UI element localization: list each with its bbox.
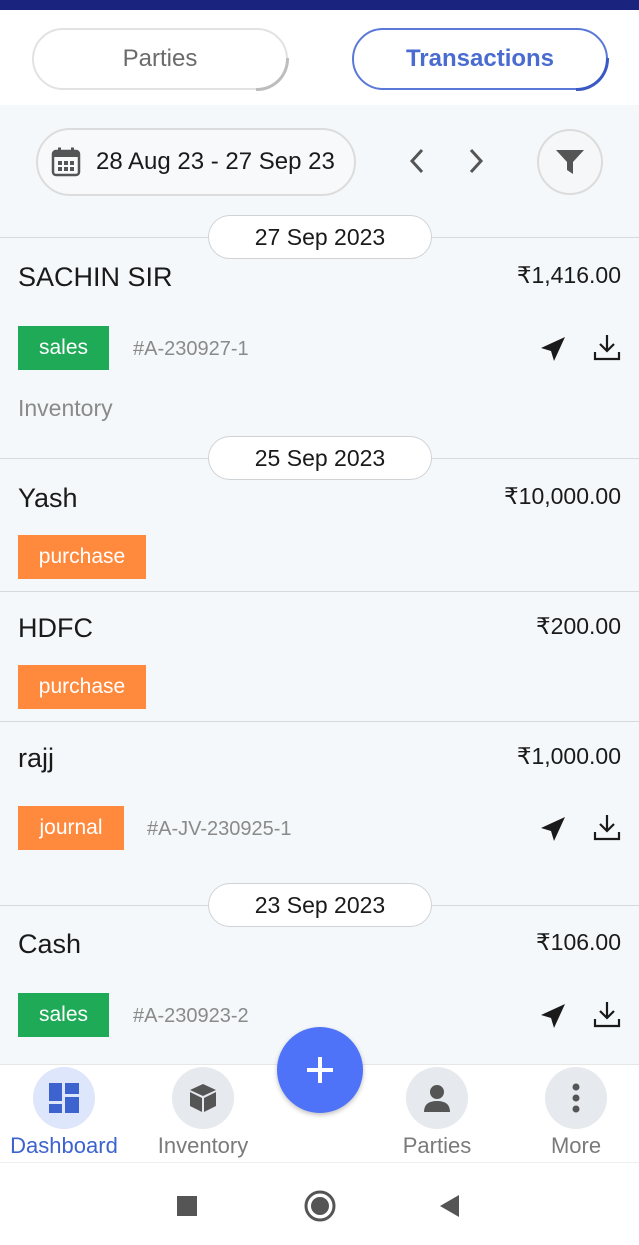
- transaction-amount: ₹1,416.00: [516, 262, 621, 288]
- party-name: Cash: [18, 929, 82, 959]
- type-badge: sales: [18, 326, 109, 370]
- voucher-number: #A-230923-2: [133, 1005, 249, 1027]
- dashboard-icon: [33, 1067, 95, 1129]
- type-badge: sales: [18, 993, 109, 1037]
- nav-parties-label: Parties: [402, 1133, 472, 1158]
- date-range-label: 28 Aug 23 - 27 Sep 23: [96, 148, 335, 175]
- tab-bar: Parties Transactions: [0, 10, 639, 105]
- add-transaction-button[interactable]: [277, 1027, 363, 1113]
- item-divider: [0, 721, 639, 722]
- voucher-number: #A-230927-1: [133, 338, 249, 360]
- send-icon[interactable]: [538, 334, 568, 364]
- nav-dashboard[interactable]: Dashboard: [0, 1067, 129, 1159]
- home-icon[interactable]: [302, 1188, 338, 1224]
- back-icon[interactable]: [431, 1188, 467, 1224]
- party-name: HDFC: [18, 613, 93, 643]
- type-badge: purchase: [18, 535, 146, 579]
- chevron-right-icon[interactable]: [460, 145, 492, 177]
- nav-more[interactable]: More: [511, 1067, 639, 1159]
- transaction-category: Inventory: [18, 395, 113, 421]
- box-icon: [172, 1067, 234, 1129]
- item-divider: [0, 591, 639, 592]
- download-icon[interactable]: [592, 332, 622, 362]
- system-navigation-bar: [0, 1162, 639, 1245]
- plus-icon: [307, 1057, 333, 1083]
- filter-icon: [556, 150, 584, 174]
- transaction-amount: ₹10,000.00: [504, 483, 621, 509]
- party-name: SACHIN SIR: [18, 262, 173, 292]
- party-name: Yash: [18, 483, 78, 513]
- recents-icon[interactable]: [169, 1188, 205, 1224]
- send-icon[interactable]: [538, 1001, 568, 1031]
- download-icon[interactable]: [592, 999, 622, 1029]
- nav-more-label: More: [550, 1133, 602, 1158]
- filter-button[interactable]: [537, 129, 603, 195]
- transaction-amount: ₹106.00: [536, 929, 621, 955]
- tab-transactions[interactable]: Transactions: [352, 28, 609, 91]
- nav-inventory-label: Inventory: [157, 1133, 249, 1158]
- tab-parties[interactable]: Parties: [32, 28, 289, 91]
- transaction-amount: ₹200.00: [536, 613, 621, 639]
- voucher-number: #A-JV-230925-1: [147, 818, 292, 840]
- chevron-left-icon[interactable]: [401, 145, 433, 177]
- type-badge: purchase: [18, 665, 146, 709]
- send-icon[interactable]: [538, 814, 568, 844]
- date-range-picker[interactable]: 28 Aug 23 - 27 Sep 23: [36, 128, 356, 196]
- status-bar: [0, 0, 639, 10]
- transaction-amount: ₹1,000.00: [516, 743, 621, 769]
- date-header: 25 Sep 2023: [208, 436, 432, 480]
- nav-parties[interactable]: Parties: [372, 1067, 502, 1159]
- nav-inventory[interactable]: Inventory: [138, 1067, 268, 1159]
- download-icon[interactable]: [592, 812, 622, 842]
- type-badge: journal: [18, 806, 124, 850]
- date-header: 27 Sep 2023: [208, 215, 432, 259]
- date-header: 23 Sep 2023: [208, 883, 432, 927]
- more-vertical-icon: [545, 1067, 607, 1129]
- calendar-icon: [51, 147, 81, 177]
- person-icon: [406, 1067, 468, 1129]
- nav-dashboard-label: Dashboard: [10, 1133, 118, 1158]
- party-name: rajj: [18, 743, 55, 773]
